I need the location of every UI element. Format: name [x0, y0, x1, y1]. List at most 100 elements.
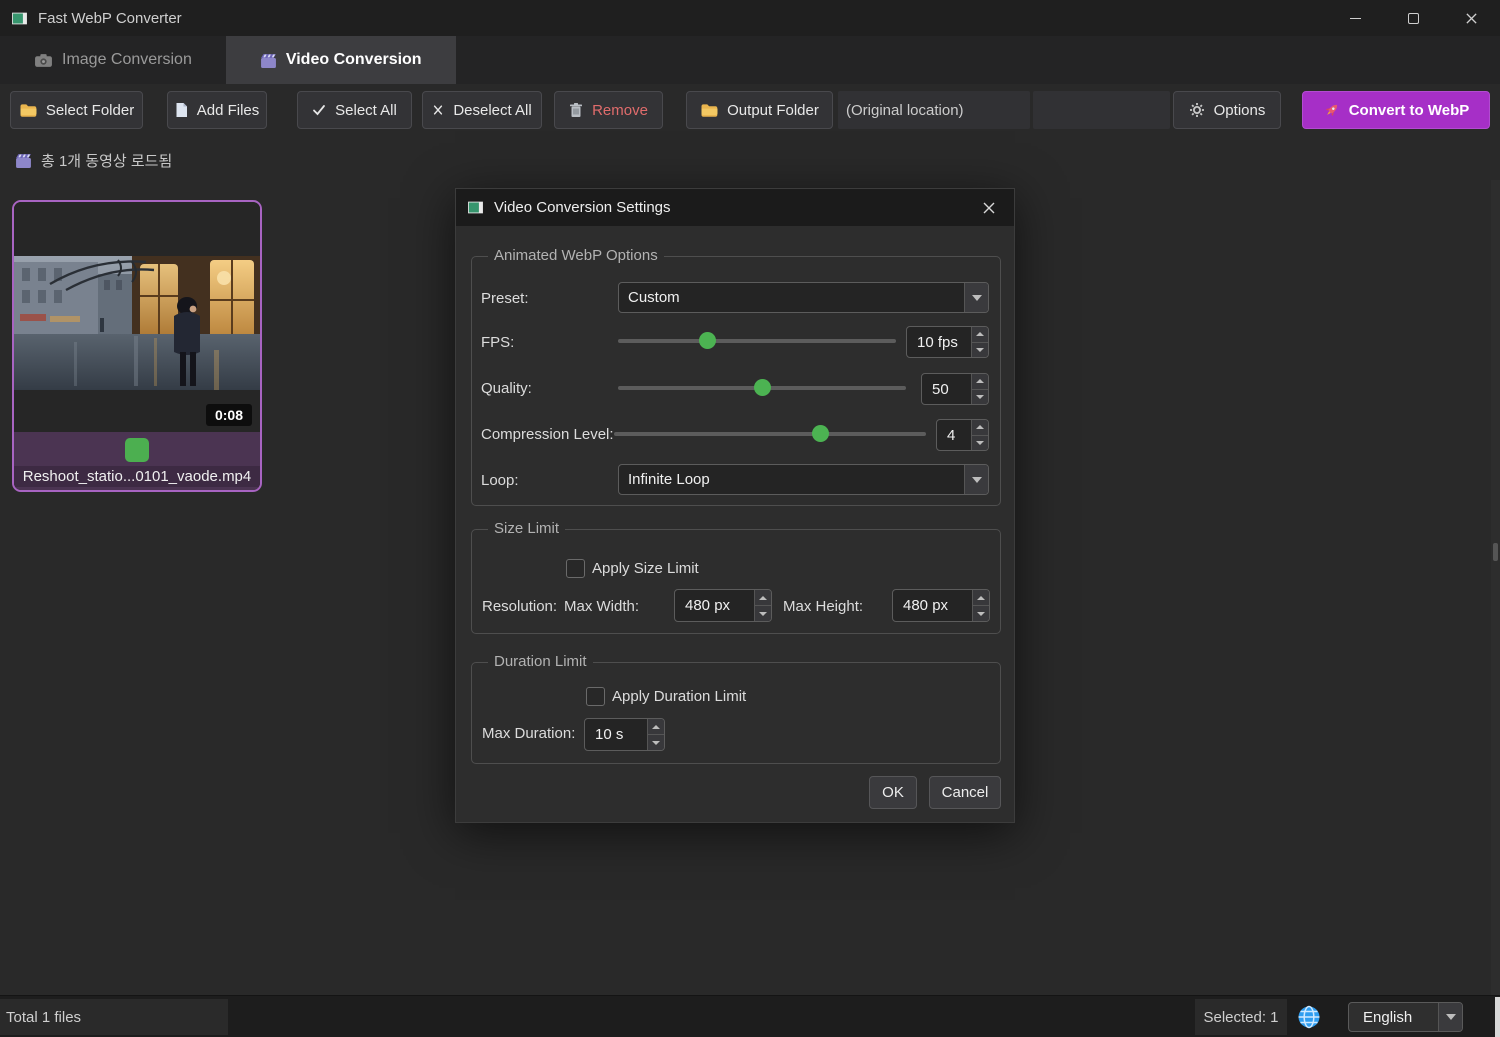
max-width-value: 480 px: [675, 590, 754, 621]
chevron-down-icon: [964, 283, 988, 312]
max-duration-value: 10 s: [585, 719, 647, 750]
quality-value: 50: [922, 374, 971, 404]
preset-label: Preset:: [481, 290, 529, 307]
options-label: Options: [1214, 102, 1266, 119]
select-folder-button[interactable]: Select Folder: [10, 91, 143, 129]
tab-image-conversion[interactable]: Image Conversion: [0, 36, 226, 84]
preset-dropdown[interactable]: Custom: [618, 282, 989, 313]
dialog-close-button[interactable]: [978, 197, 1000, 219]
max-width-label: Max Width:: [564, 598, 639, 615]
quality-spinbox[interactable]: 50: [921, 373, 989, 405]
output-folder-label: Output Folder: [727, 102, 819, 119]
select-all-button[interactable]: Select All: [297, 91, 412, 129]
folder-icon: [19, 103, 37, 118]
vertical-scrollbar[interactable]: [1491, 180, 1500, 995]
compression-slider-handle[interactable]: [812, 425, 829, 442]
total-files-panel: Total 1 files: [0, 999, 228, 1035]
ok-button[interactable]: OK: [869, 776, 917, 809]
close-button[interactable]: [1442, 0, 1500, 36]
titlebar: Fast WebP Converter: [0, 0, 1500, 36]
folder-icon: [700, 103, 718, 118]
quality-label: Quality:: [481, 380, 532, 397]
app-window: Fast WebP Converter Image Conversion: [0, 0, 1500, 1037]
preset-value: Custom: [619, 289, 964, 306]
tab-image-label: Image Conversion: [62, 51, 192, 69]
size-limit-group: Size Limit Apply Size Limit Resolution: …: [471, 529, 1001, 634]
remove-button[interactable]: Remove: [554, 91, 663, 129]
quality-down-button[interactable]: [972, 390, 988, 405]
fps-slider-handle[interactable]: [699, 332, 716, 349]
max-duration-up-button[interactable]: [648, 719, 664, 735]
max-height-spinbox[interactable]: 480 px: [892, 589, 990, 622]
tab-bar: Image Conversion Video Conversion: [0, 36, 1500, 84]
gear-icon: [1189, 102, 1205, 118]
max-width-spinbox[interactable]: 480 px: [674, 589, 772, 622]
chevron-down-icon: [1438, 1003, 1462, 1031]
max-duration-label: Max Duration:: [482, 725, 575, 742]
scrollbar-thumb[interactable]: [1493, 543, 1498, 561]
file-name: Reshoot_statio...0101_vaode.mp4: [14, 466, 260, 487]
clapperboard-icon: [15, 152, 32, 169]
fps-slider[interactable]: [618, 339, 896, 343]
dialog-title: Video Conversion Settings: [494, 199, 671, 216]
duration-group-title: Duration Limit: [488, 653, 593, 670]
compression-up-button[interactable]: [972, 420, 988, 436]
animated-group-title: Animated WebP Options: [488, 247, 664, 264]
minimize-icon: [1350, 18, 1361, 19]
fps-down-button[interactable]: [972, 343, 988, 358]
max-duration-down-button[interactable]: [648, 735, 664, 750]
convert-label: Convert to WebP: [1349, 102, 1470, 119]
max-height-value: 480 px: [893, 590, 972, 621]
loaded-status-text: 총 1개 동영상 로드됨: [41, 150, 172, 171]
convert-to-webp-button[interactable]: Convert to WebP: [1302, 91, 1490, 129]
add-files-button[interactable]: Add Files: [167, 91, 267, 129]
status-bar: Total 1 files Selected: 1 English: [0, 995, 1500, 1037]
trash-icon: [569, 102, 583, 118]
apply-size-limit-label: Apply Size Limit: [592, 560, 699, 577]
card-selection-strip: Reshoot_statio...0101_vaode.mp4: [14, 432, 260, 490]
language-globe-button[interactable]: [1297, 1005, 1321, 1029]
compression-down-button[interactable]: [972, 436, 988, 451]
fps-up-button[interactable]: [972, 327, 988, 343]
tab-video-conversion[interactable]: Video Conversion: [226, 36, 456, 84]
max-duration-spinbox[interactable]: 10 s: [584, 718, 665, 751]
compression-spinbox[interactable]: 4: [936, 419, 989, 451]
select-all-label: Select All: [335, 102, 397, 119]
video-file-card[interactable]: 0:08 Reshoot_statio...0101_vaode.mp4: [12, 200, 262, 492]
file-checkbox[interactable]: [125, 438, 149, 462]
max-width-up-button[interactable]: [755, 590, 771, 606]
remove-label: Remove: [592, 102, 648, 119]
file-icon: [175, 102, 188, 118]
video-conversion-settings-dialog: Video Conversion Settings Animated WebP …: [455, 188, 1015, 823]
minimize-button[interactable]: [1326, 0, 1384, 36]
output-location-text: (Original location): [846, 102, 964, 119]
deselect-all-button[interactable]: Deselect All: [422, 91, 542, 129]
max-height-down-button[interactable]: [973, 606, 989, 621]
max-height-up-button[interactable]: [973, 590, 989, 606]
output-location-field: (Original location): [838, 91, 1030, 129]
loop-dropdown[interactable]: Infinite Loop: [618, 464, 989, 495]
apply-size-limit-checkbox[interactable]: [566, 559, 585, 578]
quality-slider[interactable]: [618, 386, 906, 390]
maximize-button[interactable]: [1384, 0, 1442, 36]
globe-icon: [1297, 1005, 1321, 1029]
duration-badge: 0:08: [206, 404, 252, 426]
add-files-label: Add Files: [197, 102, 260, 119]
quality-up-button[interactable]: [972, 374, 988, 390]
fps-spinbox[interactable]: 10 fps: [906, 326, 989, 358]
close-icon: [982, 201, 996, 215]
selected-count-panel: Selected: 1: [1195, 999, 1287, 1035]
quality-slider-handle[interactable]: [754, 379, 771, 396]
apply-duration-limit-checkbox[interactable]: [586, 687, 605, 706]
max-height-label: Max Height:: [783, 598, 863, 615]
video-thumbnail: 0:08: [14, 202, 260, 432]
tab-video-label: Video Conversion: [286, 51, 422, 69]
cancel-button[interactable]: Cancel: [929, 776, 1001, 809]
selected-count-text: Selected: 1: [1203, 1009, 1278, 1026]
window-edge-sliver: [1495, 997, 1500, 1037]
language-dropdown[interactable]: English: [1348, 1002, 1463, 1032]
output-folder-button[interactable]: Output Folder: [686, 91, 833, 129]
max-width-down-button[interactable]: [755, 606, 771, 621]
compression-slider[interactable]: [614, 432, 926, 436]
options-button[interactable]: Options: [1173, 91, 1281, 129]
